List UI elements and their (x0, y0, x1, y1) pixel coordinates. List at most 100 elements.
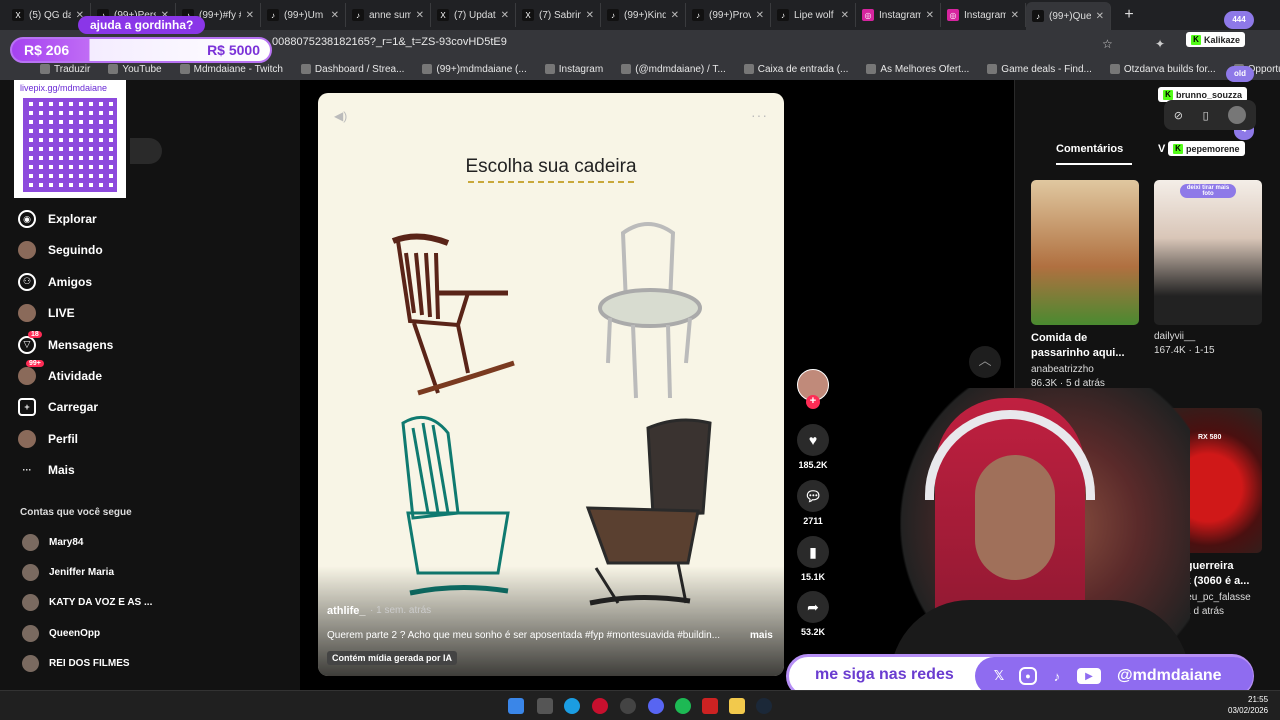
video-author[interactable]: athlife_ (327, 605, 366, 617)
system-clock[interactable]: 21:55 03/02/2026 (1228, 694, 1268, 716)
tab-videos[interactable]: V (1158, 143, 1165, 155)
share-button[interactable]: ➦ 53.2K (796, 591, 830, 637)
sidebar-item-explorar[interactable]: ◉ Explorar (18, 210, 97, 228)
close-tab-icon[interactable]: ✕ (586, 10, 594, 21)
video-thumbnail[interactable] (1031, 180, 1139, 325)
donation-title: ajuda a gordinha? (78, 16, 206, 34)
sidebar-item-atividade[interactable]: 99+ Atividade (18, 360, 102, 385)
comment-button[interactable]: 💬︎ 2711 (796, 480, 830, 526)
discord-icon[interactable] (648, 698, 664, 714)
bookmark-item[interactable]: Caixa de entrada (... (743, 64, 848, 75)
bookmark-item[interactable]: Game deals - Find... (987, 64, 1092, 75)
kick-icon: K (1163, 89, 1173, 100)
extension-icon[interactable]: ✦ (1155, 37, 1165, 51)
messages-icon: ▽ 18 (18, 330, 42, 354)
bookmark-item[interactable]: Traduzir (40, 64, 90, 75)
video-card[interactable]: Comida de passarinho aqui... anabeatrizz… (1031, 180, 1139, 389)
following-item[interactable]: KATY DA VOZ E AS ... (22, 594, 152, 612)
app-icon[interactable] (702, 698, 718, 714)
following-item[interactable]: QueenOpp (22, 624, 100, 642)
following-item[interactable]: Jeniffer Maria (22, 564, 115, 582)
browser-tab[interactable]: X (7) Sabrina ✕ (516, 3, 601, 27)
bookmark-favicon-icon (743, 64, 754, 74)
sidebar-item-amigos[interactable]: ⚇ Amigos (18, 272, 92, 291)
bookmark-item[interactable]: Otzdarva builds for... (1109, 64, 1216, 75)
close-tab-icon[interactable]: ✕ (501, 10, 509, 21)
sidebar-item-perfil[interactable]: Perfil (18, 429, 78, 448)
bookmark-item[interactable]: YouTube (108, 63, 162, 75)
bookmark-item[interactable]: As Melhores Ofert... (866, 64, 969, 75)
bookmark-item[interactable]: Instagram (544, 64, 603, 75)
edge-icon[interactable] (564, 698, 580, 714)
browser-tab[interactable]: ◎ Instagram ✕ (856, 3, 941, 27)
file-explorer-icon[interactable] (729, 698, 745, 714)
taskbar (0, 690, 1280, 720)
close-tab-icon[interactable]: ✕ (416, 10, 424, 21)
qr-url: livepix.gg/mdmdaiane (20, 83, 108, 93)
bookmark-star-icon[interactable]: ☆ (1102, 37, 1113, 51)
like-button[interactable]: ♥ 185.2K (796, 424, 830, 470)
more-icon: ··· (22, 465, 32, 476)
steam-icon[interactable] (756, 698, 772, 714)
following-name: REI DOS FILMES (49, 657, 130, 669)
following-item[interactable]: Mary84 (22, 534, 83, 551)
avatar[interactable] (1228, 106, 1247, 124)
sidebar-item-carregar[interactable]: + Carregar (18, 398, 98, 417)
compass-icon[interactable]: ⊘ (1174, 109, 1183, 122)
card-title: Comida de passarinho aqui... (1031, 332, 1125, 359)
browser-tab[interactable]: ◎ Instagram ✕ (941, 3, 1026, 27)
overlay-badge: old (1226, 66, 1254, 82)
bookmark-item[interactable]: (@mdmdaiane) / T... (621, 64, 726, 75)
close-tab-icon[interactable]: ✕ (671, 10, 679, 21)
sidebar-item-mensagens[interactable]: ▽ 18 Mensagens (18, 330, 113, 354)
close-tab-icon[interactable]: ✕ (1096, 11, 1104, 22)
bookmark-item[interactable]: Mdmdaiane - Twitch (179, 64, 283, 75)
obs-icon[interactable] (620, 698, 636, 714)
following-item[interactable]: REI DOS FILMES (22, 654, 130, 672)
bookmark-item[interactable]: Dashboard / Strea... (300, 64, 404, 75)
browser-tab[interactable]: ♪ (99+)Um pc ✕ (261, 3, 346, 27)
phone-icon[interactable]: ▯ (1203, 109, 1209, 122)
follow-plus-icon[interactable]: + (806, 395, 820, 409)
close-tab-icon[interactable]: ✕ (926, 10, 934, 21)
sidebar-item-mais[interactable]: ··· Mais (18, 461, 75, 479)
close-tab-icon[interactable]: ✕ (1011, 10, 1019, 21)
browser-tab[interactable]: ♪ Lipe wolf (@ ✕ (771, 3, 856, 27)
save-button[interactable]: ▮ 15.1K (796, 536, 830, 582)
tiktok-icon: ♪ (1053, 668, 1061, 684)
spotify-icon[interactable] (675, 698, 691, 714)
browser-tab[interactable]: X (7) UpdateC ✕ (431, 3, 516, 27)
task-view-icon[interactable] (537, 698, 553, 714)
url-text[interactable]: 0088075238182165?_r=1&_t=ZS-93covHD5tE9 (272, 36, 507, 48)
tab-title: (99+)Provan (709, 9, 751, 21)
bookmark-item[interactable]: (99+)mdmdaiane (... (422, 64, 527, 75)
windows-start-icon[interactable] (508, 698, 524, 714)
opera-icon[interactable] (592, 698, 608, 714)
browser-tab[interactable]: ♪ (99+)Quer ✕ (1026, 2, 1111, 30)
card-user[interactable]: anabeatrizzho (1031, 364, 1139, 375)
following-name: Jeniffer Maria (49, 567, 115, 579)
new-tab-button[interactable]: + (1117, 6, 1141, 24)
bookmark-label: YouTube (122, 63, 162, 75)
caption-more-link[interactable]: mais (750, 630, 773, 641)
card-user[interactable]: dailyvii__ (1154, 331, 1262, 342)
sidebar-item-live[interactable]: LIVE (18, 304, 75, 323)
browser-tab[interactable]: ♪ anne summ ✕ (346, 3, 431, 27)
browser-tab[interactable]: ♪ (99+)Provan ✕ (686, 3, 771, 27)
tab-comments[interactable]: Comentários (1056, 143, 1123, 155)
tab-title: (7) Sabrina (539, 9, 581, 21)
close-tab-icon[interactable]: ✕ (841, 10, 849, 21)
close-tab-icon[interactable]: ✕ (756, 10, 764, 21)
video-card[interactable]: deixi tirar mais foto dailyvii__ 167.4K … (1154, 180, 1262, 356)
tiktok-icon: ♪ (352, 9, 364, 21)
avatar (22, 654, 39, 672)
sidebar-item-seguindo[interactable]: Seguindo (18, 241, 103, 260)
search-button[interactable] (130, 138, 162, 164)
browser-tab[interactable]: ♪ (99+)Kinda ✕ (601, 3, 686, 27)
bookmark-label: Game deals - Find... (1001, 63, 1092, 75)
close-tab-icon[interactable]: ✕ (246, 10, 254, 21)
close-tab-icon[interactable]: ✕ (331, 10, 339, 21)
previous-video-button[interactable]: ︿ (969, 346, 1001, 378)
video-thumbnail[interactable]: deixi tirar mais foto (1154, 180, 1262, 325)
video-player[interactable]: ◀) ··· Escolha sua cadeira athlife_ · 1 … (318, 93, 784, 676)
